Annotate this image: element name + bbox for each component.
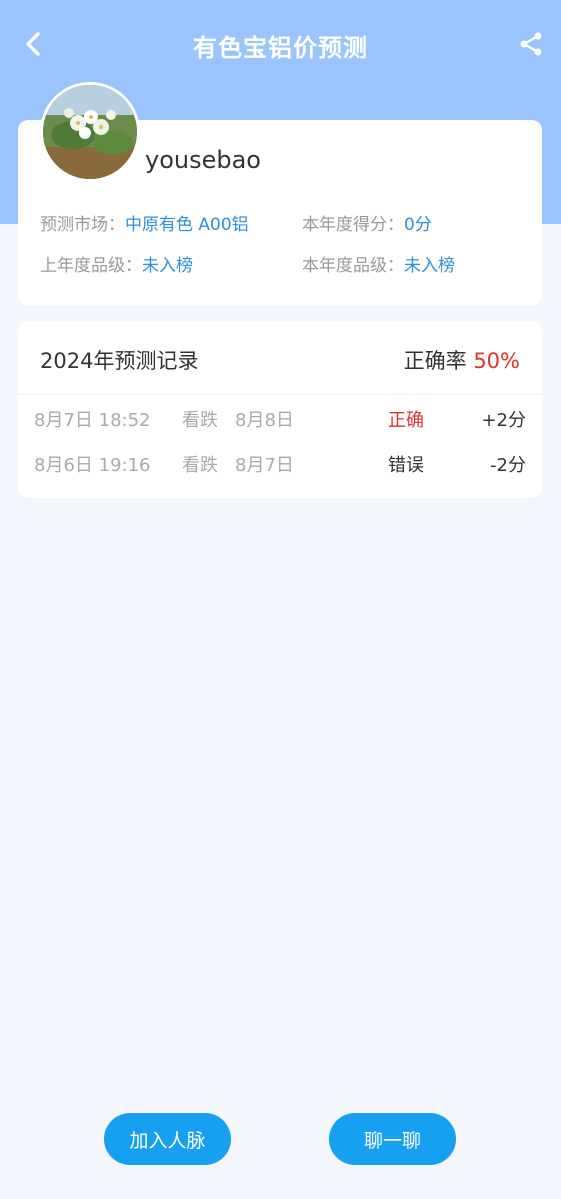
add-contact-button[interactable]: 加入人脉 [104,1113,231,1165]
last-grade-info: 上年度品级：未入榜 [40,251,193,276]
score-label: 本年度得分： [302,215,404,235]
record-target-date: 8月8日 [235,410,294,431]
page-title: 有色宝铝价预测 [193,34,368,62]
market-value[interactable]: 中原有色 A00铝 [125,215,249,235]
record-target-date: 8月7日 [235,455,294,476]
record-time: 8月6日 19:16 [34,455,151,476]
record-title: 2024年预测记录 [40,349,199,373]
this-grade-value: 未入榜 [404,256,455,276]
last-grade-label: 上年度品级： [40,256,142,276]
nav-bar: 有色宝铝价预测 [0,0,561,88]
chat-button[interactable]: 聊一聊 [329,1113,456,1165]
rate-value: 50% [473,349,520,373]
avatar-image [43,85,137,179]
market-label: 预测市场： [40,215,125,235]
divider [18,394,542,395]
record-result: 正确 [388,410,424,431]
share-button[interactable] [511,24,551,64]
market-info: 预测市场：中原有色 A00铝 [40,210,249,235]
rate-label: 正确率 [403,349,467,373]
record-score: -2分 [490,455,526,476]
record-score: +2分 [481,410,526,431]
score-value: 0分 [404,215,432,235]
this-grade-info: 本年度品级：未入榜 [302,251,455,276]
avatar[interactable] [40,82,140,182]
record-direction: 看跌 [182,455,218,476]
username: yousebao [145,146,261,174]
record-row: 8月7日 18:52 看跌 8月8日 正确 +2分 [18,406,542,436]
record-time: 8月7日 18:52 [34,410,151,431]
this-grade-label: 本年度品级： [302,256,404,276]
record-direction: 看跌 [182,410,218,431]
share-icon [520,32,542,56]
record-row: 8月6日 19:16 看跌 8月7日 错误 -2分 [18,451,542,481]
record-result: 错误 [388,455,424,476]
score-info: 本年度得分：0分 [302,210,432,235]
last-grade-value: 未入榜 [142,256,193,276]
accuracy-rate: 正确率 50% [404,345,520,375]
prediction-record-card: 2024年预测记录 正确率 50% 8月7日 18:52 看跌 8月8日 正确 … [18,321,542,498]
